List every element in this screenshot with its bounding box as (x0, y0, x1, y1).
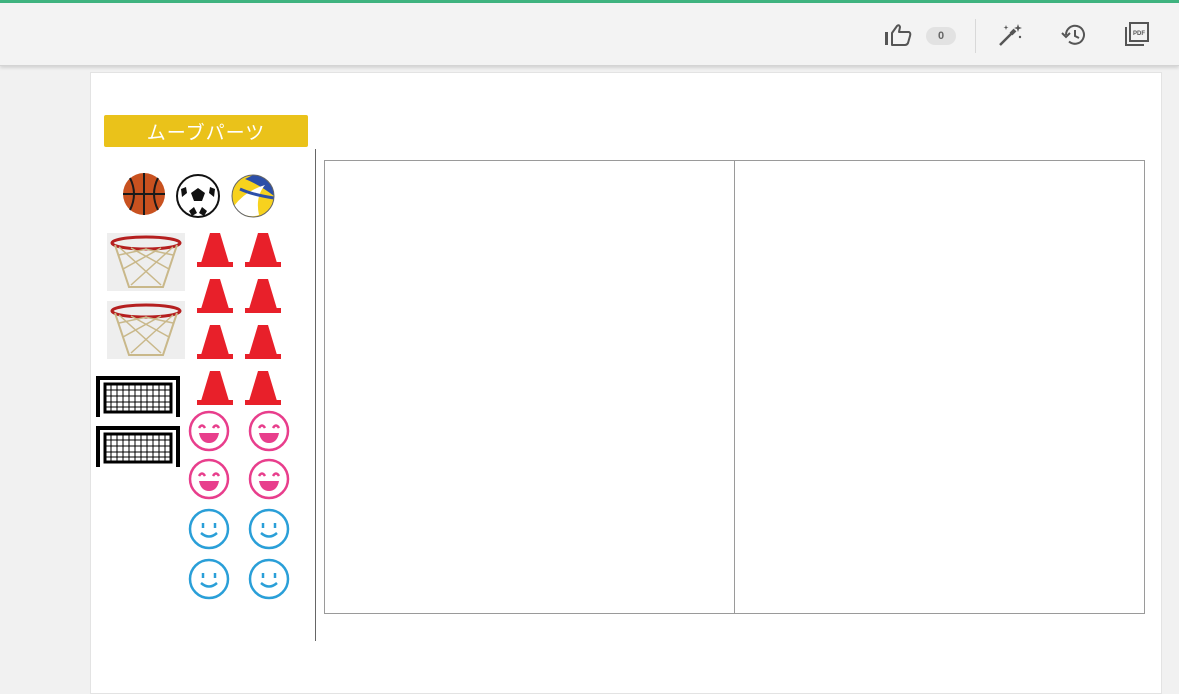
soccer-goal-part[interactable] (95, 425, 181, 469)
court-area[interactable] (324, 160, 1145, 614)
smile-face-icon (188, 558, 230, 600)
cone-icon (197, 279, 233, 313)
blue-smiley-part[interactable] (187, 507, 231, 551)
magic-wand-icon (999, 24, 1022, 46)
history-button[interactable] (1060, 21, 1088, 49)
volleyball-part[interactable] (225, 173, 281, 219)
thumbs-up-icon (885, 24, 912, 46)
cone-part[interactable] (243, 277, 283, 315)
pink-smiley-part[interactable] (247, 409, 291, 453)
smiling-face-icon (248, 410, 290, 452)
pdf-export-icon: PDF (1125, 22, 1149, 46)
cone-part[interactable] (243, 369, 283, 407)
soccer-goal-icon (96, 376, 180, 417)
toolbar-divider (975, 19, 976, 53)
smiling-face-icon (188, 410, 230, 452)
cone-part[interactable] (195, 277, 235, 315)
soccer-goal-part[interactable] (95, 375, 181, 419)
pink-smiley-part[interactable] (247, 457, 291, 501)
smile-face-icon (248, 558, 290, 600)
smiling-face-icon (188, 458, 230, 500)
cone-part[interactable] (195, 323, 235, 361)
cone-icon (197, 325, 233, 359)
soccer-ball-part[interactable] (173, 173, 223, 219)
parts-panel-title: ムーブパーツ (104, 115, 308, 147)
cone-icon (197, 233, 233, 267)
cone-part[interactable] (195, 369, 235, 407)
like-count-badge: 0 (926, 27, 956, 45)
panel-divider (315, 149, 316, 641)
blue-smiley-part[interactable] (247, 507, 291, 551)
smiling-face-icon (248, 458, 290, 500)
court-center-line (734, 161, 735, 613)
cone-icon (245, 325, 281, 359)
cone-part[interactable] (243, 323, 283, 361)
cone-icon (197, 371, 233, 405)
like-button[interactable] (882, 21, 914, 49)
basketball-hoop-icon (107, 233, 185, 291)
basketball-hoop-part[interactable] (107, 301, 185, 359)
pink-smiley-part[interactable] (187, 409, 231, 453)
volleyball-icon (231, 174, 275, 218)
soccer-goal-icon (96, 426, 180, 467)
board-canvas: ムーブパーツ (90, 72, 1162, 694)
cone-icon (245, 371, 281, 405)
magic-button[interactable] (996, 21, 1024, 49)
cone-part[interactable] (243, 231, 283, 269)
basketball-hoop-part[interactable] (107, 233, 185, 291)
toolbar: 0 PDF (0, 3, 1179, 66)
smile-face-icon (188, 508, 230, 550)
cone-icon (245, 233, 281, 267)
basketball-part[interactable] (117, 171, 171, 217)
soccer-ball-icon (176, 174, 220, 218)
smile-face-icon (248, 508, 290, 550)
blue-smiley-part[interactable] (187, 557, 231, 601)
basketball-hoop-icon (107, 301, 185, 359)
cone-part[interactable] (195, 231, 235, 269)
pdf-export-button[interactable]: PDF (1122, 21, 1150, 49)
blue-smiley-part[interactable] (247, 557, 291, 601)
history-icon (1061, 24, 1085, 45)
basketball-icon (123, 173, 165, 215)
pink-smiley-part[interactable] (187, 457, 231, 501)
pdf-icon-text: PDF (1133, 31, 1145, 37)
cone-icon (245, 279, 281, 313)
